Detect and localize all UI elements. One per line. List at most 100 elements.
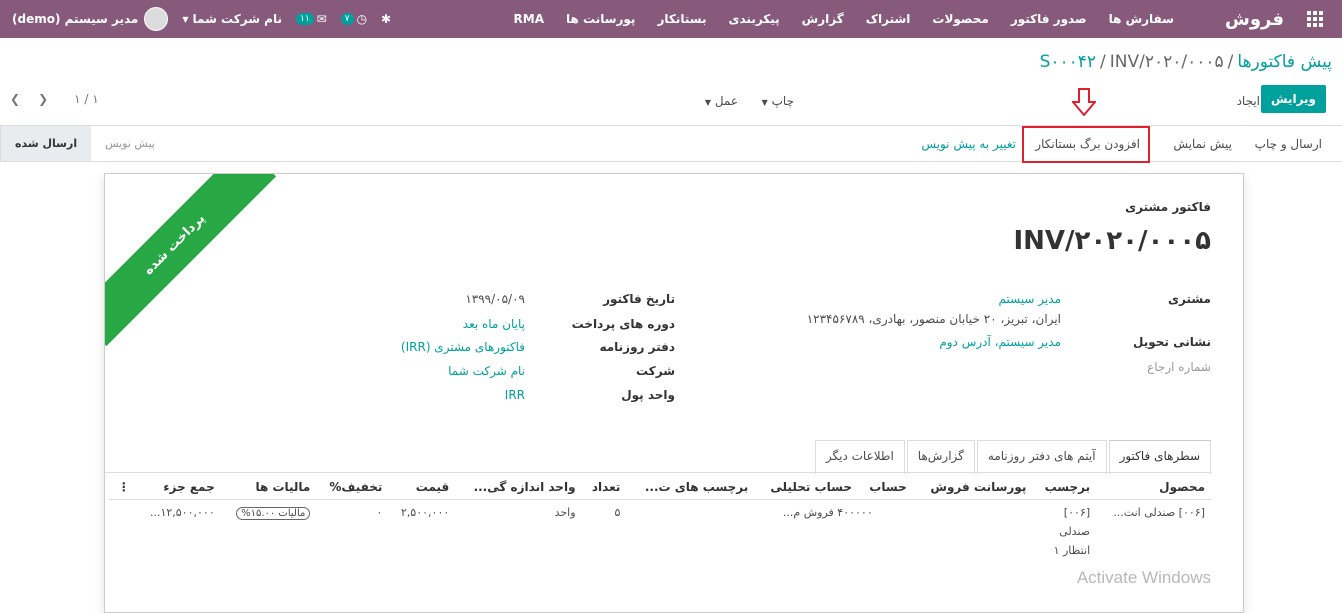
- invoice-date-label: تاریخ فاکتور: [603, 292, 675, 306]
- reset-to-draft-button[interactable]: تغییر به پیش نویس: [921, 137, 1016, 151]
- breadcrumb-current: INV/۲۰۲۰/۰۰۰۵: [1109, 52, 1224, 72]
- cell-analytic-tags: [626, 500, 754, 564]
- menu-item-credit[interactable]: بستانکار: [646, 12, 717, 26]
- company-label: شرکت: [636, 364, 675, 378]
- breadcrumb-quotations[interactable]: پیش فاکتورها: [1237, 52, 1332, 72]
- tab-invoice-lines[interactable]: سطرهای فاکتور: [1108, 440, 1211, 474]
- cell-taxes: مالیات ۱۵.۰۰%: [221, 500, 317, 564]
- action-dropdown[interactable]: عمل ▼: [705, 94, 738, 108]
- print-label: چاپ: [771, 94, 794, 108]
- caret-down-icon: ▼: [182, 14, 189, 24]
- os-watermark: Activate Windows: [1076, 568, 1211, 587]
- menu-item-invoicing[interactable]: صدور فاکتور: [1000, 12, 1098, 26]
- menu-item-rma[interactable]: RMA: [503, 12, 555, 26]
- clock-icon: ◷: [356, 12, 368, 26]
- tax-tag: مالیات ۱۵.۰۰%: [236, 507, 311, 520]
- edit-button[interactable]: ویرایش: [1260, 85, 1326, 113]
- customer-link[interactable]: مدیر سیستم: [999, 292, 1062, 306]
- col-account[interactable]: حساب: [857, 475, 913, 500]
- tab-other-info[interactable]: اطلاعات دیگر: [814, 440, 905, 474]
- menu-item-commissions[interactable]: پورسانت ها: [555, 12, 646, 26]
- tab-reports[interactable]: گزارش‌ها: [906, 440, 975, 474]
- cell-label-line: صندلی: [1059, 525, 1091, 538]
- status-bar: ارسال و چاپ پیش نمایش افزودن برگ بستانکا…: [0, 126, 1342, 163]
- apps-menu-icon[interactable]: [1296, 0, 1334, 38]
- pager-value[interactable]: ۱ / ۱: [74, 92, 99, 106]
- column-settings-icon[interactable]: ⋮: [109, 475, 136, 500]
- systray: ✱ ◷ ۷ ✉ ۱۱ نام شرکت شما ▼ مدیر سیستم (de…: [0, 7, 391, 31]
- payment-terms-label: دوره های پرداخت: [571, 317, 675, 331]
- notebook-tabs: سطرهای فاکتور آیتم های دفتر روزنامه گزار…: [813, 440, 1211, 474]
- highlight-box: [1022, 126, 1150, 163]
- next-icon[interactable]: ❯: [38, 92, 48, 106]
- col-analytic-account[interactable]: حساب تحلیلی: [754, 475, 858, 500]
- col-subtotal[interactable]: جمع جزء: [135, 475, 221, 500]
- menu-item-reporting[interactable]: گزارش: [791, 12, 855, 26]
- cell-label-line: انتظار ۱: [1053, 544, 1091, 557]
- previous-icon[interactable]: ❮: [10, 92, 20, 106]
- form-sheet: پرداخت شده فاکتور مشتری INV/۲۰۲۰/۰۰۰۵ مش…: [104, 173, 1244, 613]
- chat-icon: ✉: [316, 12, 327, 26]
- menu-item-products[interactable]: محصولات: [921, 12, 999, 26]
- col-product[interactable]: محصول: [1096, 475, 1211, 500]
- menu-item-subscriptions[interactable]: اشتراک: [855, 12, 922, 26]
- activity-button[interactable]: ◷ ۷: [340, 12, 368, 26]
- reference-field[interactable]: شماره ارجاع: [1147, 360, 1211, 374]
- bug-icon[interactable]: ✱: [381, 12, 391, 26]
- col-analytic-tags[interactable]: برچسب های ت...: [626, 475, 755, 500]
- activity-count-badge: ۷: [340, 13, 354, 25]
- payment-terms-link[interactable]: پایان ماه بعد: [463, 317, 525, 331]
- journal-link[interactable]: فاکتورهای مشتری (IRR): [401, 340, 525, 354]
- company-link[interactable]: نام شرکت شما: [448, 364, 525, 378]
- paid-ribbon: پرداخت شده: [105, 174, 277, 347]
- app-name[interactable]: فروش: [1225, 9, 1284, 30]
- menu-item-configuration[interactable]: پیکربندی: [717, 12, 790, 26]
- caret-down-icon: ▼: [761, 98, 768, 107]
- company-switcher[interactable]: نام شرکت شما ▼: [182, 12, 282, 26]
- invoice-date-value: ۱۳۹۹/۰۵/۰۹: [465, 292, 525, 306]
- delivery-address-link[interactable]: مدیر سیستم، آدرس دوم: [939, 335, 1061, 349]
- messages-button[interactable]: ✉ ۱۱: [295, 12, 327, 26]
- state-draft: پیش نویس: [105, 137, 155, 150]
- col-price[interactable]: قیمت: [388, 475, 456, 500]
- invoice-lines-table: محصول برچسب پورسانت فروش حساب حساب تحلیل…: [109, 475, 1211, 563]
- user-name: مدیر سیستم (demo): [12, 12, 139, 26]
- col-label[interactable]: برچسب: [1032, 475, 1097, 500]
- send-print-button[interactable]: ارسال و چاپ: [1255, 137, 1322, 151]
- cell-discount: ۰: [376, 506, 383, 519]
- currency-link[interactable]: IRR: [505, 388, 525, 402]
- col-uom[interactable]: واحد اندازه گی...: [455, 475, 582, 500]
- control-panel: پیش فاکتورها/S۰۰۰۴۲/INV/۲۰۲۰/۰۰۰۵ ویرایش…: [0, 40, 1342, 126]
- invoice-number: INV/۲۰۲۰/۰۰۰۵: [1013, 226, 1211, 256]
- menu-item-orders[interactable]: سفارش ها: [1098, 12, 1185, 26]
- table-row[interactable]: [۰۰۶] صندلی انت... [۰۰۶] صندلی انتظار ۱ …: [109, 500, 1211, 564]
- cell-price: ۲,۵۰۰,۰۰۰: [400, 506, 450, 519]
- state-posted: ارسال شده: [1, 126, 92, 161]
- pager: ❮ ❯ ۱ / ۱: [10, 92, 99, 106]
- print-dropdown[interactable]: چاپ ▼: [762, 94, 794, 108]
- tab-divider: [105, 472, 1211, 473]
- breadcrumb-separator: /: [1100, 52, 1106, 72]
- state-indicator: پیش نویس ارسال شده: [0, 126, 169, 161]
- cell-subtotal: ۱۲,۵۰۰,۰۰۰...: [149, 506, 215, 519]
- col-discount[interactable]: تخفیف%: [316, 475, 389, 500]
- document-type: فاکتور مشتری: [1125, 200, 1211, 214]
- avatar: [144, 7, 169, 31]
- tab-journal-items[interactable]: آیتم های دفتر روزنامه: [976, 440, 1107, 474]
- cell-quantity: ۵: [614, 506, 621, 519]
- messages-count-badge: ۱۱: [295, 13, 314, 25]
- customer-address: ایران، تبریز، ۲۰ خیابان منصور، بهادری، ۱…: [806, 312, 1061, 326]
- col-quantity[interactable]: تعداد: [581, 475, 627, 500]
- cell-commission: [913, 500, 1033, 564]
- journal-label: دفتر روزنامه: [599, 340, 675, 354]
- user-menu[interactable]: مدیر سیستم (demo): [12, 7, 169, 31]
- currency-label: واحد پول: [621, 388, 675, 402]
- preview-button[interactable]: پیش نمایش: [1173, 137, 1232, 151]
- breadcrumb-order[interactable]: S۰۰۰۴۲: [1040, 52, 1096, 72]
- col-commission[interactable]: پورسانت فروش: [912, 475, 1033, 500]
- customer-label: مشتری: [1167, 292, 1211, 306]
- main-menu: سفارش ها صدور فاکتور محصولات اشتراک گزار…: [503, 12, 1185, 26]
- caret-down-icon: ▼: [704, 98, 711, 107]
- col-taxes[interactable]: مالیات ها: [220, 475, 317, 500]
- create-button[interactable]: ایجاد: [1237, 94, 1260, 108]
